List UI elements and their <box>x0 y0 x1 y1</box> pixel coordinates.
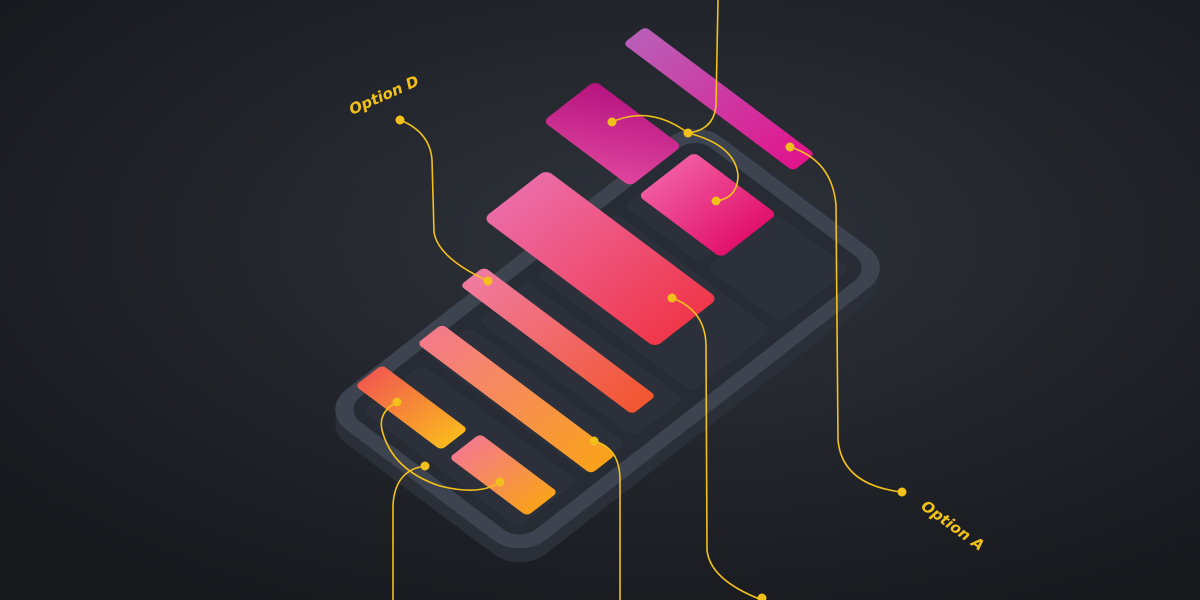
isometric-app-illustration: Option D Option A <box>0 0 1200 600</box>
